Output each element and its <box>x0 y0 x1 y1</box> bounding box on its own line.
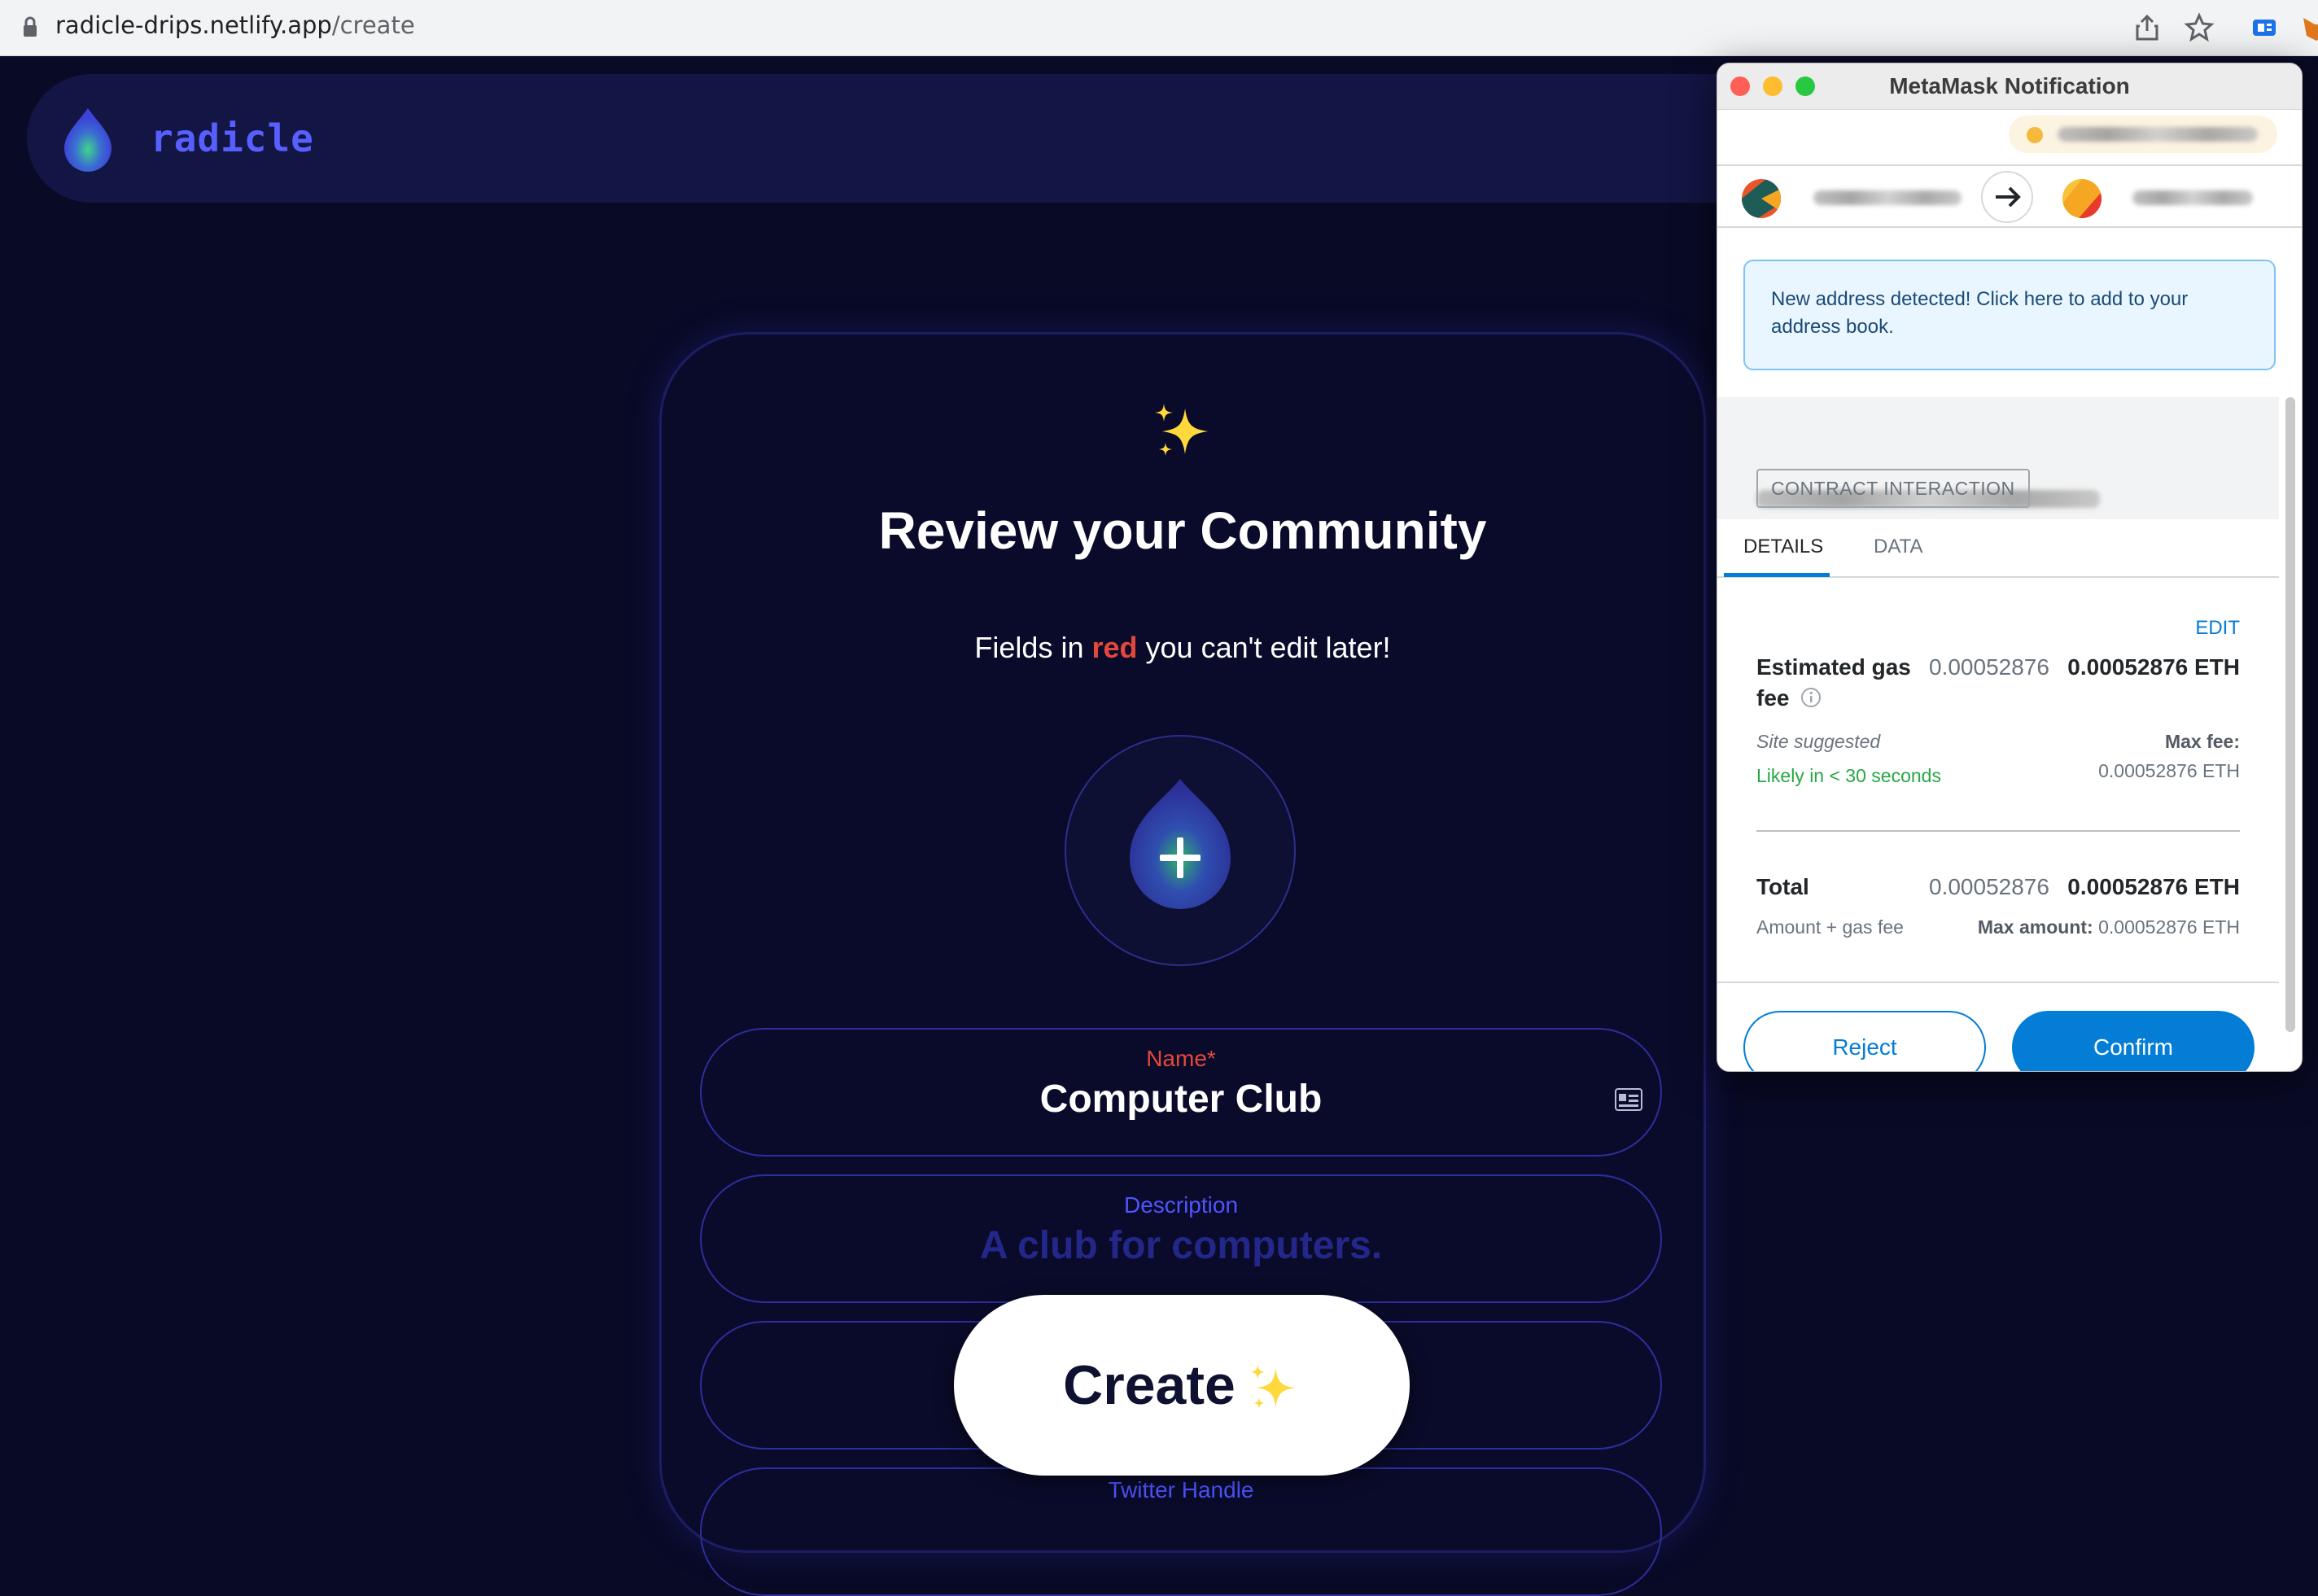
subtitle-before: Fields in <box>974 631 1092 664</box>
info-icon[interactable] <box>1800 687 1822 708</box>
metamask-window-title: MetaMask Notification <box>1889 73 2130 98</box>
description-field-label: Description <box>1123 1192 1239 1218</box>
radicle-logo-icon[interactable] <box>61 107 115 172</box>
twitter-field-label: Twitter Handle <box>1108 1477 1254 1502</box>
total-value-light: 0.00052876 <box>1929 874 2049 899</box>
edit-gas-link[interactable]: EDIT <box>2195 617 2240 640</box>
subtitle-after: you can't edit later! <box>1137 631 1391 664</box>
name-field-value[interactable]: Computer Club <box>702 1077 1660 1122</box>
metamask-window: MetaMask Notification New address detect… <box>1717 63 2303 1072</box>
likely-time-text: Likely in < 30 seconds <box>1756 765 1941 786</box>
bookmark-star-icon[interactable] <box>2183 11 2215 44</box>
transfer-arrow <box>1981 171 2033 223</box>
recipient-avatar-icon <box>2062 179 2102 218</box>
new-address-alert[interactable]: New address detected! Click here to add … <box>1743 260 2276 370</box>
active-tab-underline <box>1724 573 1830 577</box>
description-field[interactable]: Description A club for computers. <box>700 1174 1662 1303</box>
add-image-icon[interactable] <box>1123 777 1237 916</box>
network-selector[interactable] <box>2009 116 2277 153</box>
extension-icon[interactable] <box>2248 11 2281 44</box>
network-name-redacted <box>2058 127 2258 142</box>
max-amount-value: 0.00052876 ETH <box>2098 916 2240 938</box>
sender-avatar-icon <box>1742 179 1781 218</box>
footer-divider <box>1717 982 2279 983</box>
sparkles-icon <box>1155 404 1208 456</box>
description-field-value[interactable]: A club for computers. <box>702 1223 1660 1268</box>
max-fee-value: 0.00052876 ETH <box>2098 760 2240 781</box>
url-host: radicle-drips.netlify.app <box>55 11 332 39</box>
twitter-field[interactable]: Twitter Handle <box>700 1467 1662 1596</box>
name-field-label: Name* <box>1146 1046 1216 1071</box>
browser-url-bar[interactable]: radicle-drips.netlify.app/create <box>0 0 2318 56</box>
contract-interaction-badge: CONTRACT INTERACTION <box>1756 469 2030 508</box>
create-button[interactable]: Create <box>954 1295 1410 1476</box>
recipient-address-redacted <box>2132 190 2253 205</box>
page-title: Review your Community <box>878 501 1487 560</box>
max-fee-label: Max fee: <box>2164 731 2240 752</box>
subtitle-red-word: red <box>1091 631 1138 664</box>
lock-icon <box>24 16 37 37</box>
logo-text[interactable]: radicle <box>151 116 314 160</box>
page-subtitle: Fields in red you can't edit later! <box>659 631 1706 665</box>
amount-gas-text: Amount + gas fee <box>1756 916 1904 938</box>
url-path: /create <box>331 11 415 39</box>
contact-card-icon <box>1615 1088 1642 1111</box>
total-label: Total <box>1756 874 1809 899</box>
reject-button[interactable]: Reject <box>1743 1011 1986 1071</box>
arrow-right-icon <box>1996 186 2021 208</box>
scrollbar[interactable] <box>2285 397 2295 1032</box>
name-field[interactable]: Name* Computer Club <box>700 1028 1662 1157</box>
gas-fee-value-light: 0.00052876 <box>1929 654 2049 680</box>
metamask-titlebar[interactable]: MetaMask Notification <box>1717 63 2302 110</box>
share-icon[interactable] <box>2131 11 2163 44</box>
max-amount-row: Max amount: 0.00052876 ETH <box>1978 916 2240 938</box>
divider <box>1756 830 2240 832</box>
confirm-button[interactable]: Confirm <box>2012 1011 2255 1071</box>
tab-details[interactable]: DETAILS <box>1743 536 1823 558</box>
sender-address-redacted <box>1813 190 1962 205</box>
gas-fee-label-line1: Estimated gas <box>1756 654 1911 680</box>
network-status-dot <box>2027 127 2043 143</box>
metamask-fox-icon[interactable] <box>2300 11 2318 44</box>
tab-data[interactable]: DATA <box>1874 536 1922 558</box>
site-suggested-text: Site suggested <box>1756 731 1881 752</box>
create-button-label: Create <box>1063 1354 1236 1416</box>
account-transfer-row <box>1717 164 2302 228</box>
url-text[interactable]: radicle-drips.netlify.app/create <box>55 11 415 39</box>
gas-fee-value-bold: 0.00052876 ETH <box>2067 654 2240 680</box>
transaction-tabs: DETAILS DATA <box>1717 519 2279 578</box>
max-amount-label: Max amount: <box>1977 916 2093 938</box>
total-value-bold: 0.00052876 ETH <box>2067 874 2240 899</box>
sparkles-icon <box>1249 1364 1296 1409</box>
gas-fee-label-line2: fee <box>1756 685 1790 711</box>
app-header: radicle <box>27 74 1817 203</box>
